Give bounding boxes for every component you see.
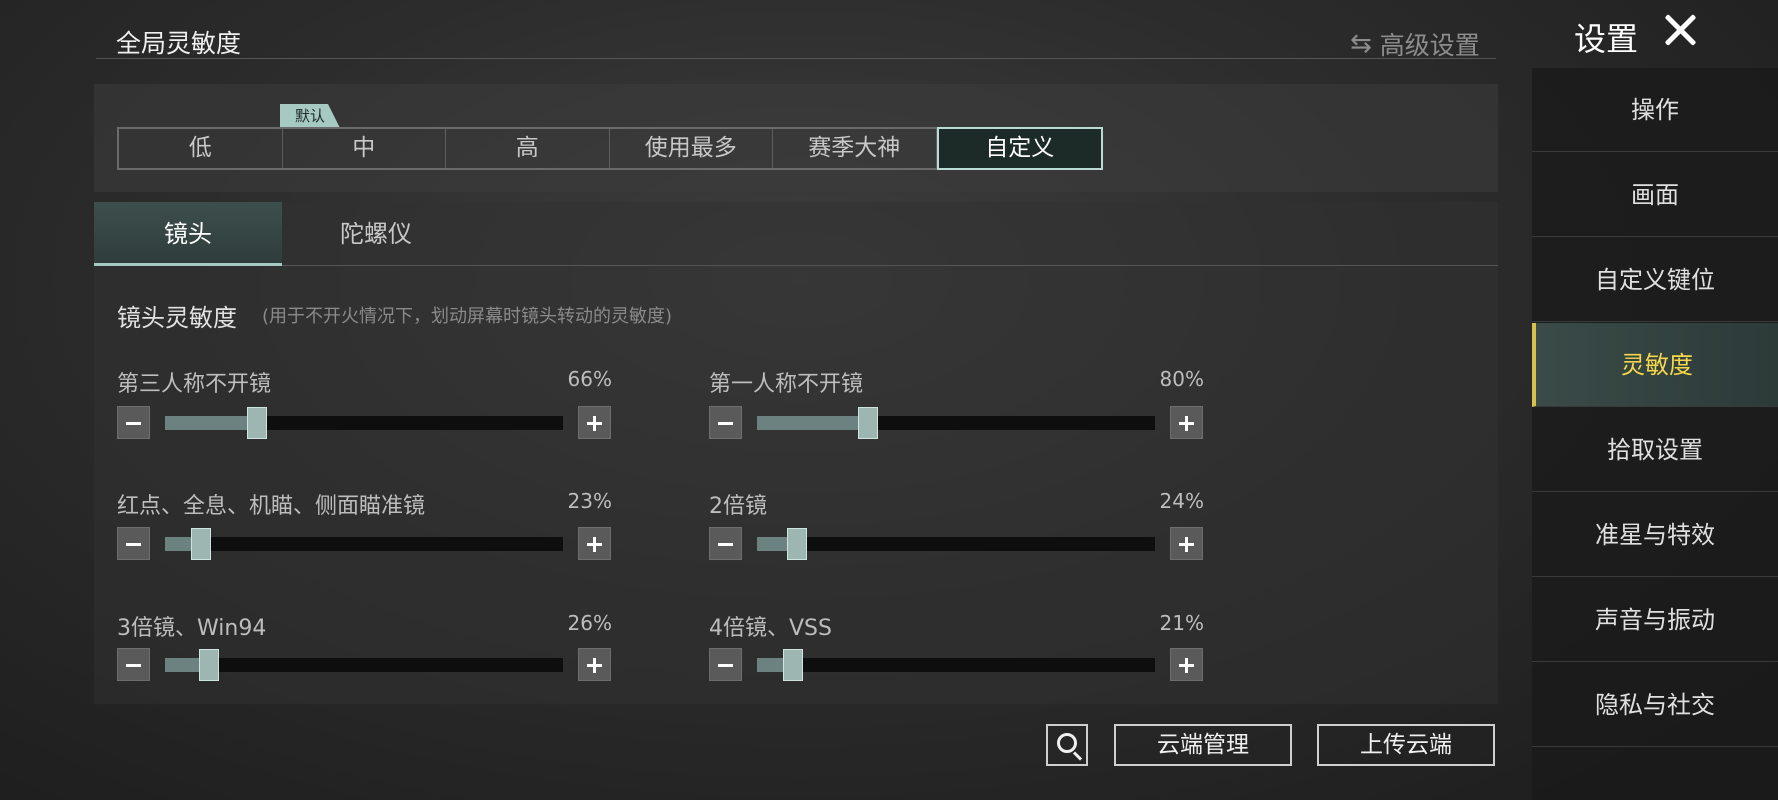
slider-label: 第一人称不开镜	[709, 372, 864, 397]
preset-low[interactable]: 低	[119, 129, 283, 168]
search-button[interactable]	[1046, 724, 1088, 766]
preset-selector: 低 中 高 使用最多 赛季大神 自定义	[117, 127, 1103, 170]
tabs-divider	[94, 265, 1498, 266]
decrease-button[interactable]	[117, 527, 150, 560]
increase-button[interactable]	[1170, 527, 1203, 560]
slider-value: 23%	[567, 489, 612, 513]
slider-value: 66%	[567, 367, 612, 391]
decrease-button[interactable]	[117, 648, 150, 681]
section-description: (用于不开火情况下，划动屏幕时镜头转动的灵敏度)	[262, 306, 673, 327]
slider-label: 红点、全息、机瞄、侧面瞄准镜	[117, 494, 426, 519]
increase-button[interactable]	[1170, 406, 1203, 439]
slider-track[interactable]	[757, 528, 1155, 560]
slider-track[interactable]	[165, 528, 563, 560]
slider-value: 80%	[1159, 367, 1204, 391]
slider-label: 2倍镜	[709, 494, 767, 519]
preset-high[interactable]: 高	[446, 129, 610, 168]
slider-thumb[interactable]	[858, 407, 878, 439]
section-title: 镜头灵敏度	[117, 304, 237, 332]
tab-camera[interactable]: 镜头	[94, 202, 282, 266]
slider-label: 3倍镜、Win94	[117, 616, 267, 641]
sidebar-item-crosshair-effects[interactable]: 准星与特效	[1532, 493, 1778, 577]
slider-thumb[interactable]	[199, 649, 219, 681]
slider-value: 24%	[1159, 489, 1204, 513]
slider-label: 第三人称不开镜	[117, 372, 272, 397]
preset-season-pro[interactable]: 赛季大神	[773, 129, 937, 168]
slider-label: 4倍镜、VSS	[709, 616, 832, 641]
decrease-button[interactable]	[117, 406, 150, 439]
slider-track[interactable]	[165, 649, 563, 681]
decrease-button[interactable]	[709, 406, 742, 439]
tab-gyroscope[interactable]: 陀螺仪	[282, 202, 470, 266]
sidebar-item-privacy-social[interactable]: 隐私与社交	[1532, 663, 1778, 747]
sidebar-item-sound-vibration[interactable]: 声音与振动	[1532, 578, 1778, 662]
preset-medium[interactable]: 中	[283, 129, 446, 168]
settings-title: 设置	[1574, 20, 1639, 58]
sidebar-item-custom-layout[interactable]: 自定义键位	[1532, 238, 1778, 322]
close-icon[interactable]	[1660, 10, 1700, 50]
slider-thumb[interactable]	[787, 528, 807, 560]
search-icon	[1057, 733, 1077, 753]
slider-thumb[interactable]	[247, 407, 267, 439]
increase-button[interactable]	[578, 527, 611, 560]
sidebar-item-graphics[interactable]: 画面	[1532, 153, 1778, 237]
slider-thumb[interactable]	[191, 528, 211, 560]
increase-button[interactable]	[1170, 648, 1203, 681]
slider-value: 21%	[1159, 611, 1204, 635]
active-tab-indicator	[94, 263, 282, 266]
preset-custom[interactable]: 自定义	[936, 127, 1103, 170]
slider-track[interactable]	[165, 407, 563, 439]
advanced-settings-label: 高级设置	[1379, 31, 1480, 60]
sidebar-item-controls[interactable]: 操作	[1532, 68, 1778, 152]
slider-thumb[interactable]	[783, 649, 803, 681]
upload-cloud-button[interactable]: 上传云端	[1317, 724, 1495, 766]
slider-track[interactable]	[757, 407, 1155, 439]
sidebar-item-sensitivity[interactable]: 灵敏度	[1532, 323, 1778, 407]
decrease-button[interactable]	[709, 527, 742, 560]
page-title: 全局灵敏度	[116, 29, 242, 58]
cloud-manage-button[interactable]: 云端管理	[1114, 724, 1292, 766]
slider-fill	[165, 416, 257, 430]
slider-value: 26%	[567, 611, 612, 635]
increase-button[interactable]	[578, 648, 611, 681]
search-icon-handle	[1072, 751, 1083, 761]
preset-most-used[interactable]: 使用最多	[610, 129, 773, 168]
slider-fill	[757, 416, 868, 430]
swap-arrows-icon: ⇆	[1350, 29, 1372, 59]
slider-track[interactable]	[757, 649, 1155, 681]
sidebar-item-pickup[interactable]: 拾取设置	[1532, 408, 1778, 492]
advanced-settings-button[interactable]: ⇆ 高级设置	[1350, 26, 1480, 62]
header-divider	[96, 58, 1496, 59]
decrease-button[interactable]	[709, 648, 742, 681]
increase-button[interactable]	[578, 406, 611, 439]
